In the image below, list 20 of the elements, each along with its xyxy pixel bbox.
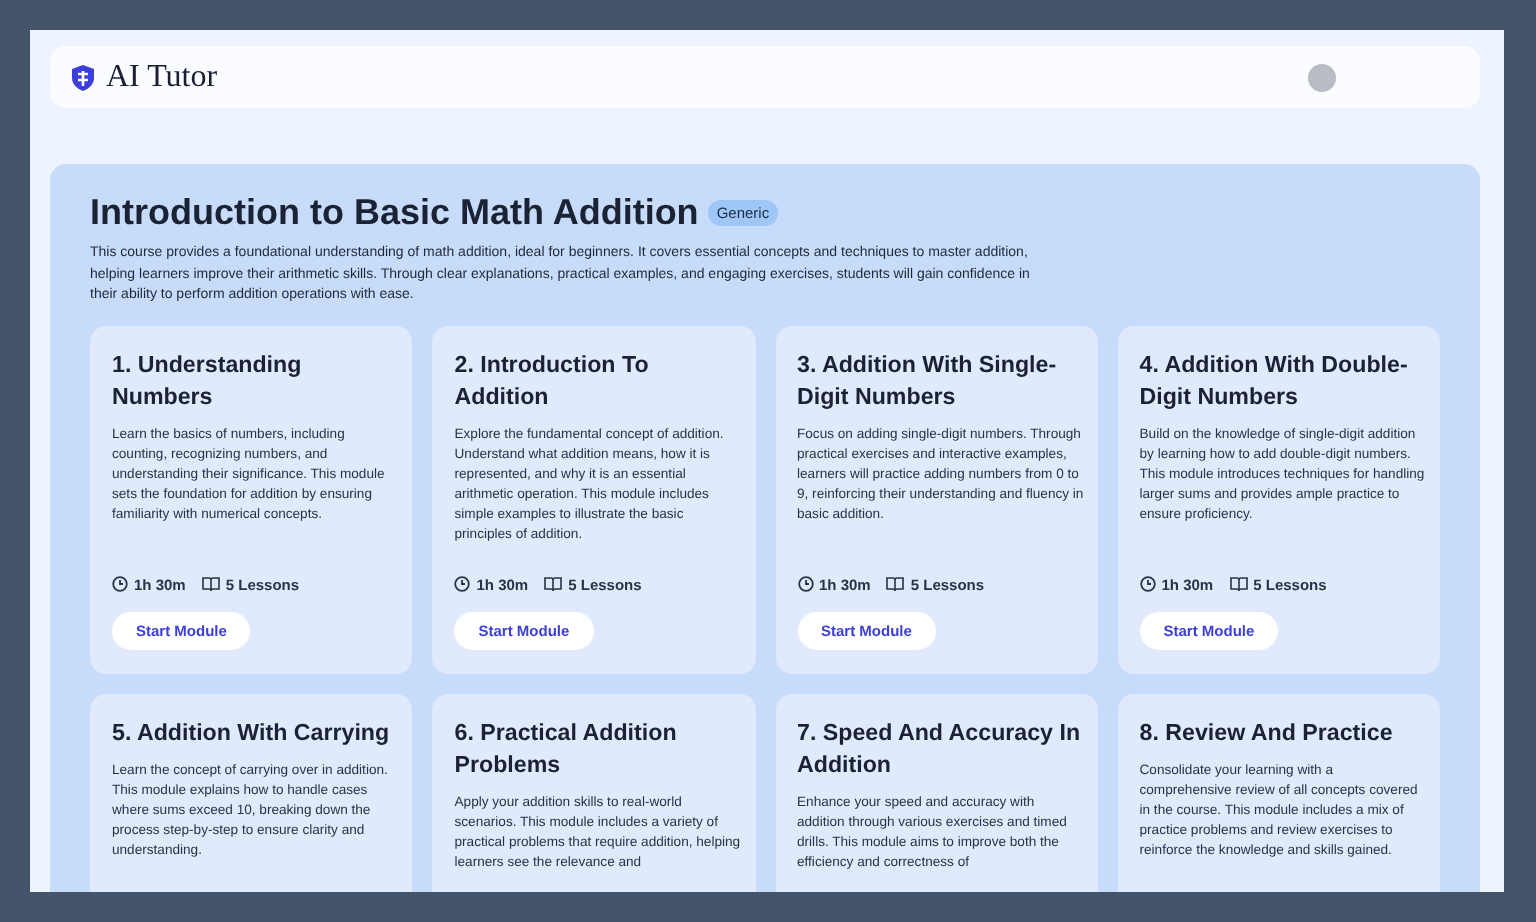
module-title: 3. Addition With Single-Digit Numbers bbox=[797, 349, 1059, 413]
book-icon bbox=[1229, 576, 1248, 592]
book-icon bbox=[544, 576, 563, 592]
module-title: 8. Review And Practice bbox=[1139, 717, 1395, 749]
clock-icon bbox=[112, 576, 128, 592]
brand-name: AI Tutor bbox=[106, 59, 218, 95]
module-title: 4. Addition With Double-Digit Numbers bbox=[1139, 349, 1410, 413]
clock-icon bbox=[797, 576, 813, 592]
shield-logo-icon bbox=[70, 63, 96, 91]
course-title: Introduction to Basic Math Addition bbox=[90, 192, 699, 234]
module-title: 7. Speed And Accuracy In Addition bbox=[797, 717, 1083, 781]
module-title: 1. Understanding Numbers bbox=[112, 349, 304, 413]
book-icon bbox=[201, 576, 220, 592]
book-icon bbox=[886, 576, 905, 592]
clock-icon bbox=[454, 576, 471, 592]
module-title: 2. Introduction To Addition bbox=[454, 349, 651, 413]
clock-icon bbox=[1139, 576, 1156, 592]
module-title: 5. Addition With Carrying bbox=[112, 717, 392, 749]
user-avatar[interactable] bbox=[1308, 63, 1336, 91]
module-title: 6. Practical Addition Problems bbox=[454, 717, 679, 781]
